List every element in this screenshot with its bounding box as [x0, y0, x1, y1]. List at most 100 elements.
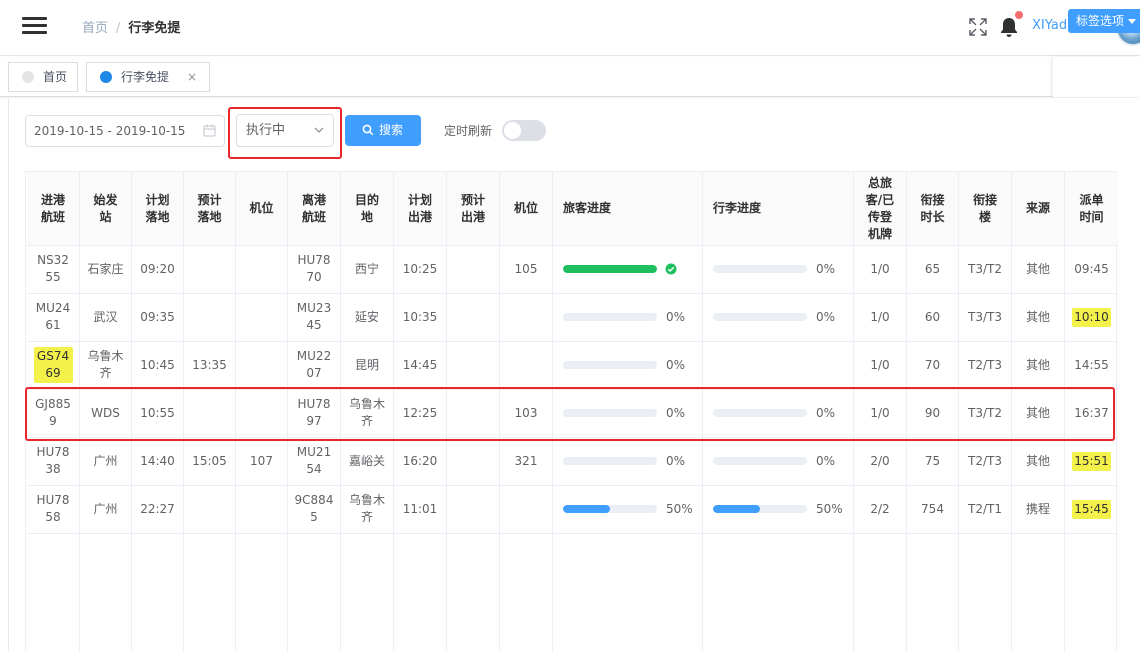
header-passenger-boarding: 总旅客/已传登机牌 [854, 172, 906, 245]
cell-value: MU2154 [296, 445, 332, 476]
progress-percent: 0% [816, 454, 836, 468]
header-label: 预计出港 [460, 192, 485, 224]
source: 携程 [1012, 485, 1064, 533]
cell-value: 10:45 [140, 357, 175, 372]
cell-value: 其他 [1025, 309, 1050, 324]
estimated-departure [447, 245, 499, 293]
cell-value: T2/T3 [968, 453, 1002, 468]
origin: 广州 [80, 485, 131, 533]
arrival-stand [236, 341, 287, 389]
cell-value: 昆明 [354, 357, 379, 372]
breadcrumb-separator: / [116, 21, 121, 36]
cell-value: 其他 [1025, 357, 1050, 372]
progress-percent: 0% [666, 310, 686, 324]
search-button-label: 搜索 [379, 123, 404, 137]
in-flight: HU7838 [27, 437, 79, 485]
breadcrumb-home[interactable]: 首页 [82, 21, 108, 36]
close-icon[interactable]: × [187, 63, 197, 91]
cell-value: T3/T2 [968, 261, 1002, 276]
source: 其他 [1012, 389, 1064, 437]
connection-terminal: T2/T1 [959, 485, 1011, 533]
progress-percent: 50% [666, 502, 693, 516]
estimated-landing [184, 245, 235, 293]
passenger-boarding: 1/0 [854, 293, 906, 341]
tags-view-bar: 首页 行李免提 × [0, 57, 1140, 97]
planned-landing: 14:40 [132, 437, 183, 485]
cell-value: 其他 [1025, 453, 1050, 468]
cell-value: 09:45 [1074, 261, 1109, 276]
header-label: 计划落地 [145, 192, 170, 224]
search-button[interactable]: 搜索 [345, 115, 421, 146]
destination: 嘉峪关 [341, 437, 393, 485]
cell-value: 103 [514, 405, 538, 420]
baggage-table: 进港航班 始发站 计划落地 预计落地 机位 离港航班 目的地 计划出港 预计出港 机位 旅客进度 行李… [25, 171, 1118, 651]
passenger-progress: 0% [563, 293, 685, 341]
tag-options-button[interactable]: 标签选项 [1068, 9, 1140, 33]
tag-home[interactable]: 首页 [8, 62, 78, 92]
cell-value: 11:01 [402, 501, 438, 516]
tag-options-panel [1053, 57, 1140, 97]
header-departure-stand: 机位 [500, 172, 552, 245]
menu-icon[interactable] [22, 15, 48, 37]
cell-value: 16:20 [402, 453, 438, 468]
passenger-progress [563, 245, 677, 293]
destination: 延安 [341, 293, 393, 341]
header-origin: 始发站 [80, 172, 131, 245]
header-label: 离港航班 [301, 192, 326, 224]
dispatch-time: 15:45 [1065, 485, 1118, 533]
dispatch-time: 15:51 [1065, 437, 1118, 485]
progress-fill [563, 265, 657, 273]
passenger-boarding: 1/0 [854, 389, 906, 437]
fullscreen-icon[interactable] [968, 17, 988, 37]
estimated-departure [447, 341, 499, 389]
header-label: 目的地 [354, 192, 379, 224]
header-label: 机位 [249, 201, 274, 215]
planned-departure: 14:45 [394, 341, 446, 389]
source: 其他 [1012, 437, 1064, 485]
connection-time: 65 [907, 245, 958, 293]
progress-percent: 0% [666, 406, 686, 420]
cell-value: 321 [514, 453, 538, 468]
departure-stand [500, 485, 552, 533]
arrival-stand [236, 485, 287, 533]
row-divider [26, 533, 1118, 534]
check-circle-icon [665, 263, 677, 275]
baggage-progress: 0% [713, 389, 835, 437]
cell-value: 22:27 [140, 501, 175, 516]
cell-value: 10:35 [402, 309, 438, 324]
origin: 武汉 [80, 293, 131, 341]
cell-value: 754 [921, 501, 944, 516]
cell-value: 1/0 [870, 357, 890, 372]
progress-fill [713, 505, 760, 513]
breadcrumb: 首页 / 行李免提 [82, 17, 180, 36]
source: 其他 [1012, 341, 1064, 389]
cell-value: 14:45 [402, 357, 438, 372]
connection-time: 75 [907, 437, 958, 485]
departure-stand [500, 341, 552, 389]
in-flight: MU2461 [27, 293, 79, 341]
header-label: 预计落地 [197, 192, 222, 224]
passenger-progress: 0% [563, 389, 685, 437]
connection-terminal: T3/T2 [959, 389, 1011, 437]
header-label: 计划出港 [407, 192, 432, 224]
cell-value: 1/0 [870, 261, 890, 276]
progress-percent: 50% [816, 502, 843, 516]
origin: WDS [80, 389, 131, 437]
estimated-landing: 13:35 [184, 341, 235, 389]
bell-icon[interactable] [999, 16, 1019, 38]
cell-value: 1/0 [870, 309, 890, 324]
date-range-picker[interactable]: 2019-10-15 - 2019-10-15 [25, 115, 225, 147]
progress-track [713, 409, 807, 417]
connection-time: 90 [907, 389, 958, 437]
cell-value: 广州 [93, 501, 118, 516]
header-label: 进港航班 [40, 192, 65, 224]
out-flight: HU7870 [288, 245, 340, 293]
out-flight: 9C8845 [288, 485, 340, 533]
progress-track [713, 265, 807, 273]
auto-refresh-toggle[interactable] [502, 120, 546, 141]
tag-baggage[interactable]: 行李免提 × [86, 62, 210, 92]
planned-landing: 09:35 [132, 293, 183, 341]
progress-track [713, 457, 807, 465]
baggage-progress: 50% [713, 485, 843, 533]
estimated-departure [447, 293, 499, 341]
